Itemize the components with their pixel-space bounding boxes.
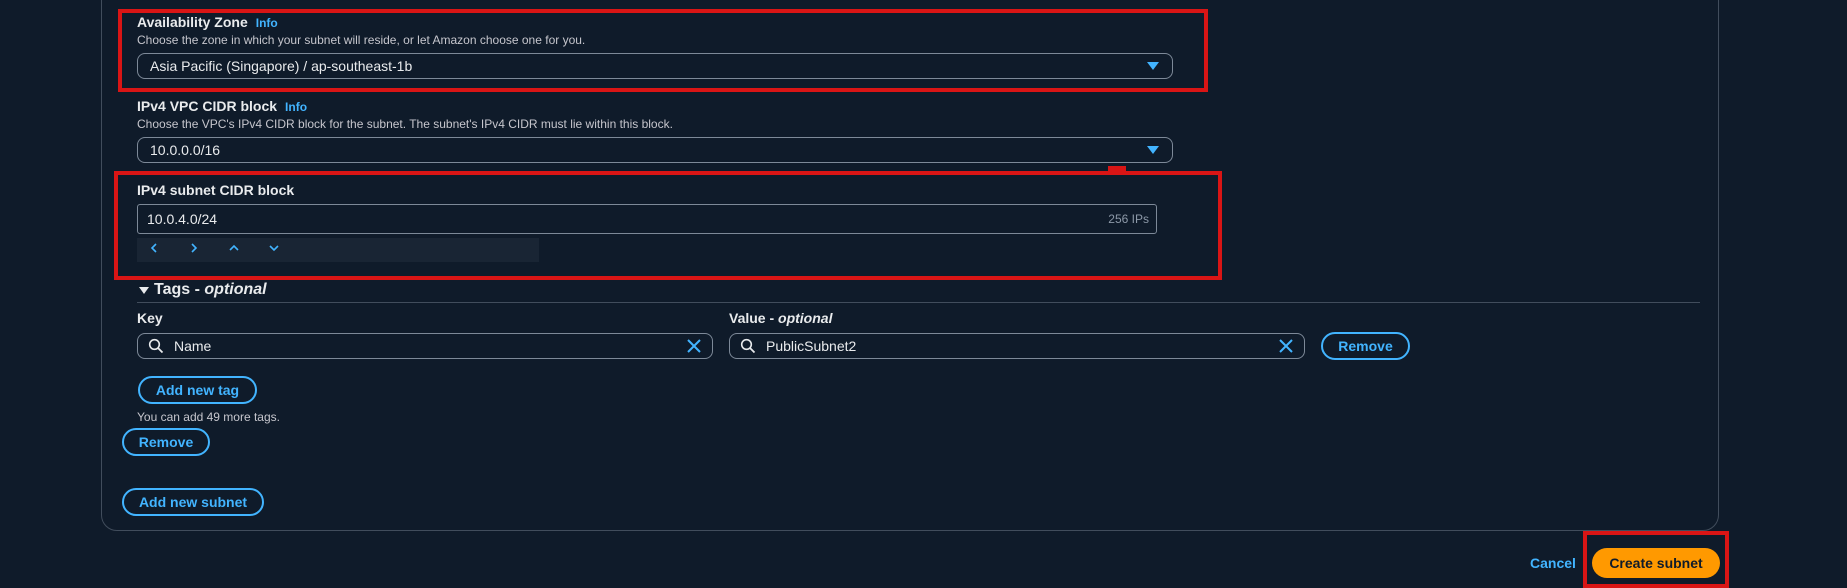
vpc-cidr-description: Choose the VPC's IPv4 CIDR block for the… bbox=[137, 117, 673, 131]
tag-value-value: PublicSubnet2 bbox=[766, 338, 857, 354]
cancel-button[interactable]: Cancel bbox=[1530, 555, 1576, 571]
tag-value-optional: optional bbox=[778, 310, 833, 326]
highlight-availability-zone bbox=[118, 9, 1208, 92]
remove-tag-button[interactable]: Remove bbox=[1321, 332, 1410, 360]
remove-subnet-button[interactable]: Remove bbox=[122, 428, 210, 456]
tag-value-label: Value - bbox=[729, 310, 775, 326]
vpc-cidr-label: IPv4 VPC CIDR block bbox=[137, 98, 278, 114]
tags-section-optional: optional bbox=[204, 281, 267, 298]
caret-down-icon bbox=[1147, 146, 1159, 154]
vpc-cidr-select[interactable]: 10.0.0.0/16 bbox=[137, 137, 1173, 163]
tags-divider bbox=[137, 302, 1700, 303]
vpc-cidr-value: 10.0.0.0/16 bbox=[150, 142, 221, 158]
add-new-tag-button[interactable]: Add new tag bbox=[138, 376, 257, 404]
vpc-cidr-info-link[interactable]: Info bbox=[285, 100, 307, 114]
highlight-create-subnet bbox=[1583, 531, 1729, 588]
triangle-down-icon bbox=[139, 286, 149, 294]
add-new-subnet-button[interactable]: Add new subnet bbox=[122, 488, 264, 516]
tag-value-label-group: Value - optional bbox=[729, 310, 832, 326]
tag-key-value: Name bbox=[174, 338, 212, 354]
search-icon bbox=[740, 338, 756, 354]
tag-key-label: Key bbox=[137, 310, 163, 326]
highlight-subnet-cidr bbox=[114, 171, 1222, 280]
tag-value-input[interactable]: PublicSubnet2 bbox=[729, 333, 1305, 359]
tag-key-input[interactable]: Name bbox=[137, 333, 713, 359]
tags-remaining-text: You can add 49 more tags. bbox=[137, 410, 280, 424]
close-icon[interactable] bbox=[1278, 338, 1294, 354]
search-icon bbox=[148, 338, 164, 354]
tags-section-toggle[interactable]: Tags - optional bbox=[138, 281, 267, 299]
tags-section-title: Tags - bbox=[154, 281, 200, 298]
close-icon[interactable] bbox=[686, 338, 702, 354]
vpc-cidr-header: IPv4 VPC CIDR block Info bbox=[137, 98, 307, 116]
